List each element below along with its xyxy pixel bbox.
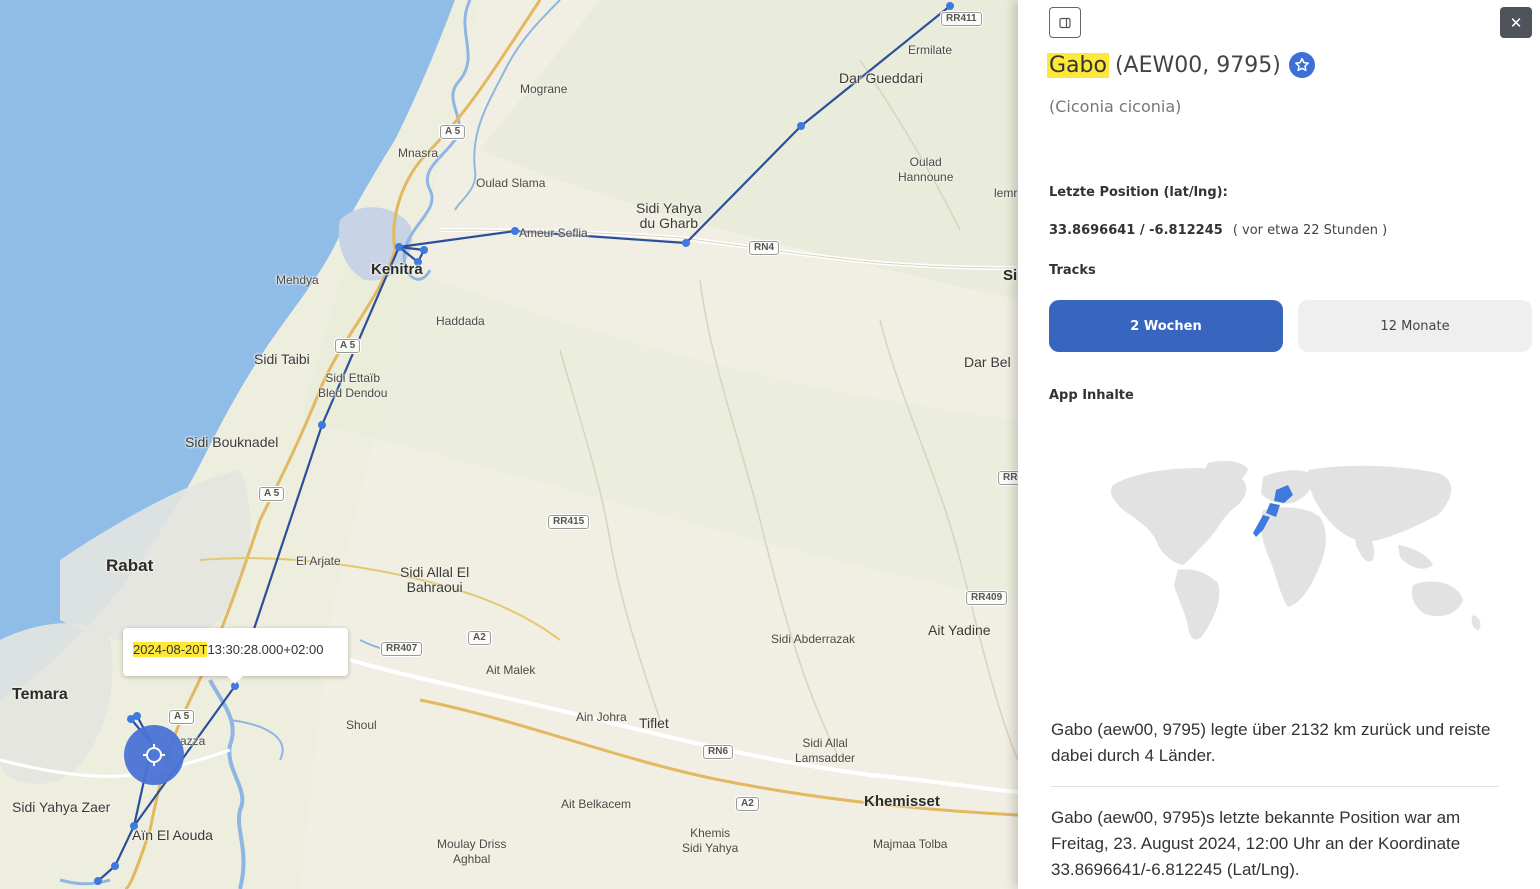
place-label: Sidi Abderrazak: [771, 632, 856, 646]
road-shield: RR411: [941, 12, 982, 26]
track-point: [318, 421, 326, 429]
place-label: Sidi Taibi: [254, 351, 310, 367]
place-label: Majmaa Tolba: [873, 837, 948, 851]
road-shield: RR415: [548, 515, 590, 529]
place-label: Mnasra: [398, 146, 439, 160]
road-shield: A 5: [335, 339, 361, 353]
track-point-tooltip: 2024-08-20T13:30:28.000+02:00: [123, 628, 348, 684]
tab-2-wochen[interactable]: 2 Wochen: [1049, 300, 1283, 352]
locate-icon: [143, 744, 165, 766]
animal-name: Gabo: [1047, 52, 1109, 78]
tab-12-monate[interactable]: 12 Monate: [1298, 300, 1532, 352]
app-content-label: App Inhalte: [1049, 388, 1134, 403]
last-position-coords: 33.8696641 / -6.812245: [1049, 223, 1223, 238]
place-label: Ain Johra: [576, 710, 627, 724]
track-point: [395, 243, 403, 251]
place-label: Si: [1003, 267, 1018, 284]
road-shield: RN6: [703, 745, 734, 759]
current-position-button[interactable]: [124, 725, 184, 785]
place-label: Oulad Hannoune: [898, 155, 954, 184]
place-label: Ait Yadine: [928, 622, 991, 638]
track-point: [111, 862, 119, 870]
place-label: Khemisset: [864, 793, 940, 810]
place-label: Sidi Allal El Bahraoui: [400, 564, 470, 595]
track-point: [946, 2, 954, 10]
tooltip-time: 13:30:28.000+02:00: [207, 642, 324, 657]
panel-collapse-button[interactable]: [1049, 7, 1081, 38]
place-label: Sidi Bouknadel: [185, 434, 279, 450]
close-button[interactable]: ✕: [1500, 7, 1532, 38]
divider: [1051, 786, 1499, 787]
place-label: Rabat: [106, 556, 154, 575]
place-label: lemr: [994, 186, 1018, 200]
sidebar-toggle-icon: [1059, 17, 1071, 28]
species-name: (Ciconia ciconia): [1049, 97, 1182, 116]
star-icon: [1294, 57, 1309, 72]
road-shield: A 5: [169, 710, 195, 724]
detail-panel: ✕ Gabo (AEW00, 9795) (Ciconia ciconia) L…: [1018, 0, 1540, 889]
place-label: Oulad Slama: [476, 176, 546, 190]
place-label: Sidi Ettaïb Bled Dendou: [318, 371, 388, 400]
world-map-thumbnail: [1111, 461, 1481, 640]
road-shield: A2: [468, 631, 491, 645]
road-shield: A2: [736, 797, 759, 811]
track-point: [420, 246, 428, 254]
road-shield: RR409: [966, 591, 1008, 605]
place-label: Tiflet: [639, 715, 669, 731]
place-label: azza: [180, 734, 206, 748]
last-known-position-text: Gabo (aew00, 9795)s letzte bekannte Posi…: [1051, 808, 1461, 879]
animal-title: Gabo (AEW00, 9795): [1047, 52, 1315, 78]
track-point: [682, 239, 690, 247]
last-position: 33.8696641 / -6.812245 ( vor etwa 22 Stun…: [1049, 223, 1387, 238]
track-point: [94, 877, 102, 885]
track-point: [511, 227, 519, 235]
place-label: Sidi Allal Lamsadder: [795, 736, 856, 765]
place-label: Haddada: [436, 314, 485, 328]
tracks-label: Tracks: [1049, 263, 1096, 278]
road-shield: A 5: [259, 487, 285, 501]
place-label: Sidi Yahya Zaer: [12, 799, 111, 815]
place-label: Kenitra: [371, 261, 423, 278]
road-shield: RN4: [749, 241, 780, 255]
close-icon: ✕: [1509, 13, 1523, 32]
place-label: Temara: [12, 686, 68, 703]
place-label: Ermilate: [908, 43, 953, 57]
place-label: Khemis Sidi Yahya: [682, 826, 739, 855]
place-label: Ait Belkacem: [561, 797, 632, 811]
last-position-ago: ( vor etwa 22 Stunden ): [1232, 223, 1388, 238]
place-label: El Arjate: [296, 554, 341, 568]
place-label: Dar Gueddari: [839, 70, 924, 86]
place-label: Dar Bel: [964, 354, 1011, 370]
place-label: Ait Malek: [486, 663, 536, 677]
place-label: Mehdya: [276, 273, 319, 287]
road-shield: RR407: [381, 642, 423, 656]
track-point: [127, 715, 135, 723]
place-label: Shoul: [346, 718, 377, 732]
last-position-label: Letzte Position (lat/lng):: [1049, 185, 1228, 200]
animal-ids: (AEW00, 9795): [1114, 52, 1281, 78]
travel-summary: Gabo (aew00, 9795) legte über 2132 km zu…: [1051, 720, 1491, 765]
favorite-button[interactable]: [1288, 52, 1315, 78]
place-label: Mograne: [520, 82, 568, 96]
place-label: Moulay Driss Aghbal: [437, 837, 507, 866]
track-point: [797, 122, 805, 130]
place-label: Sidi Yahya du Gharb: [636, 200, 702, 231]
road-shield: A 5: [440, 125, 466, 139]
place-label: Ameur Seflia: [519, 226, 588, 240]
place-label: Aïn El Aouda: [132, 827, 213, 843]
tooltip-date: 2024-08-20T: [133, 642, 208, 657]
